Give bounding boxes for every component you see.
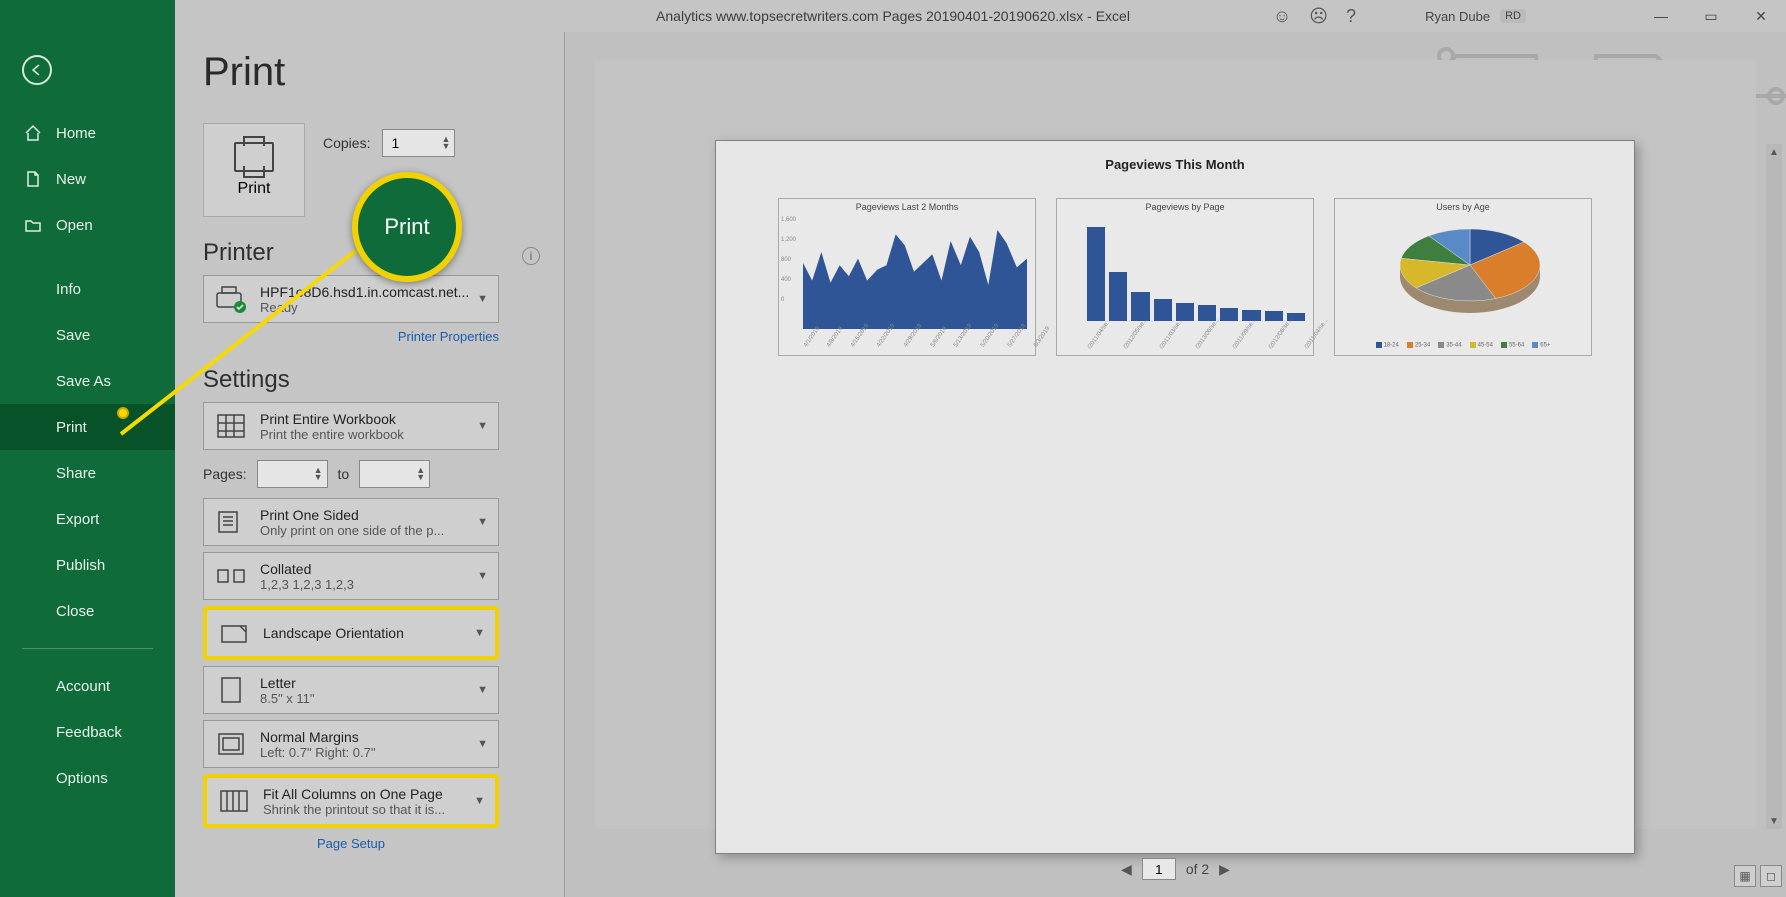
minimize-button[interactable]: —: [1636, 0, 1686, 32]
fit-columns-icon: [217, 784, 251, 818]
copies-input[interactable]: [383, 130, 437, 156]
one-sided-icon: [214, 505, 248, 539]
user-initials[interactable]: RD: [1500, 9, 1526, 23]
pages-from[interactable]: [258, 461, 310, 487]
chart-users-by-age: Users by Age 18-2425-3435-44 45-5455-646…: [1334, 198, 1592, 356]
nav-publish[interactable]: Publish: [0, 542, 175, 588]
print-panel: Print Print Copies: ▲▼ Printer i HPF1o8D…: [175, 32, 565, 897]
printer-info-icon[interactable]: i: [522, 247, 540, 265]
pages-to-stepper[interactable]: ▲▼: [359, 460, 430, 488]
nav-share[interactable]: Share: [0, 450, 175, 496]
nav-label: Open: [56, 217, 93, 234]
nav-info[interactable]: Info: [0, 266, 175, 312]
margins-icon: [214, 727, 248, 761]
nav-label: Save As: [56, 373, 111, 390]
help-icon[interactable]: ?: [1346, 6, 1356, 27]
paper-dropdown[interactable]: Letter8.5" x 11"▼: [203, 666, 499, 714]
page-of: of 2: [1186, 861, 1209, 877]
nav-label: Account: [56, 678, 110, 695]
annotation-circle-print: Print: [352, 172, 462, 282]
nav-label: Close: [56, 603, 94, 620]
preview-page: Pageviews This Month Pageviews Last 2 Mo…: [715, 140, 1635, 854]
user-area: Ryan Dube RD: [1425, 9, 1526, 24]
margins-dropdown[interactable]: Normal MarginsLeft: 0.7" Right: 0.7"▼: [203, 720, 499, 768]
titlebar: Analytics www.topsecretwriters.com Pages…: [0, 0, 1786, 32]
printer-icon: [234, 142, 274, 172]
frown-icon[interactable]: ☹: [1309, 6, 1328, 27]
maximize-button[interactable]: ▭: [1686, 0, 1736, 32]
copies-stepper[interactable]: ▲▼: [382, 129, 455, 157]
scroll-up[interactable]: ▲: [1766, 144, 1782, 160]
close-window-button[interactable]: ✕: [1736, 0, 1786, 32]
nav-new[interactable]: New: [0, 156, 175, 202]
copies-down[interactable]: ▼: [441, 143, 450, 150]
settings-heading: Settings: [203, 366, 544, 394]
nav-close[interactable]: Close: [0, 588, 175, 634]
pages-from-stepper[interactable]: ▲▼: [257, 460, 328, 488]
zoom-to-page-icon[interactable]: ▦: [1734, 865, 1756, 887]
scroll-down[interactable]: ▼: [1766, 813, 1782, 829]
next-page[interactable]: ▶: [1219, 861, 1230, 878]
nav-open[interactable]: Open: [0, 202, 175, 248]
workbook-icon: [214, 409, 248, 443]
file-icon: [24, 170, 42, 188]
sides-dropdown[interactable]: Print One SidedOnly print on one side of…: [203, 498, 499, 546]
print-what-dropdown[interactable]: Print Entire Workbook Print the entire w…: [203, 402, 499, 450]
document-title: Analytics www.topsecretwriters.com Pages…: [656, 8, 1130, 24]
backstage-sidebar: Home New Open Info Save Save As Print Sh…: [0, 0, 175, 897]
nav-label: Info: [56, 281, 81, 298]
copies-label: Copies:: [323, 135, 370, 151]
zoom-margins-icon[interactable]: ◻: [1760, 865, 1782, 887]
nav-save[interactable]: Save: [0, 312, 175, 358]
paper-icon: [214, 673, 248, 707]
orientation-dropdown[interactable]: Landscape Orientation▼: [203, 606, 499, 660]
nav-label: Export: [56, 511, 99, 528]
chevron-down-icon: ▼: [477, 293, 488, 305]
pages-to-label: to: [338, 466, 350, 482]
preview-scrollbar[interactable]: ▲ ▼: [1766, 144, 1782, 829]
home-icon: [24, 124, 42, 142]
nav-save-as[interactable]: Save As: [0, 358, 175, 404]
nav-label: New: [56, 171, 86, 188]
prev-page[interactable]: ◀: [1121, 861, 1132, 878]
print-button-label: Print: [238, 180, 271, 198]
nav-home[interactable]: Home: [0, 110, 175, 156]
annotation-dot: [117, 407, 129, 419]
page-setup-link[interactable]: Page Setup: [203, 836, 499, 851]
back-button[interactable]: [22, 55, 52, 85]
nav-label: Save: [56, 327, 90, 344]
nav-feedback[interactable]: Feedback: [0, 709, 175, 755]
nav-account[interactable]: Account: [0, 663, 175, 709]
nav-options[interactable]: Options: [0, 755, 175, 801]
print-button[interactable]: Print: [203, 123, 305, 217]
landscape-icon: [217, 616, 251, 650]
scaling-dropdown[interactable]: Fit All Columns on One PageShrink the pr…: [203, 774, 499, 828]
printer-dropdown[interactable]: HPF1o8D6.hsd1.in.comcast.net... Ready ▼: [203, 275, 499, 323]
collate-icon: [214, 559, 248, 593]
smile-icon[interactable]: ☺: [1273, 6, 1291, 27]
pages-label: Pages:: [203, 466, 247, 482]
collate-dropdown[interactable]: Collated1,2,3 1,2,3 1,2,3▼: [203, 552, 499, 600]
nav-label: Share: [56, 465, 96, 482]
chart-pageviews-last-2-months: Pageviews Last 2 Months 1,600 1,200 800 …: [778, 198, 1036, 356]
preview-title: Pageviews This Month: [716, 157, 1634, 172]
page-input[interactable]: [1142, 858, 1176, 880]
folder-icon: [24, 216, 42, 234]
printer-status-icon: [214, 282, 248, 316]
nav-label: Publish: [56, 557, 105, 574]
chart-pageviews-by-page: Pageviews by Page /2011/04/se.../2012/05…: [1056, 198, 1314, 356]
nav-label: Feedback: [56, 724, 122, 741]
nav-label: Home: [56, 125, 96, 142]
user-name: Ryan Dube: [1425, 9, 1490, 24]
nav-export[interactable]: Export: [0, 496, 175, 542]
page-pager: ◀ of 2 ▶: [595, 853, 1756, 885]
pages-to[interactable]: [360, 461, 412, 487]
page-title: Print: [203, 50, 544, 95]
nav-label: Options: [56, 770, 108, 787]
nav-label: Print: [56, 419, 87, 436]
print-preview: Pageviews This Month Pageviews Last 2 Mo…: [595, 60, 1756, 829]
